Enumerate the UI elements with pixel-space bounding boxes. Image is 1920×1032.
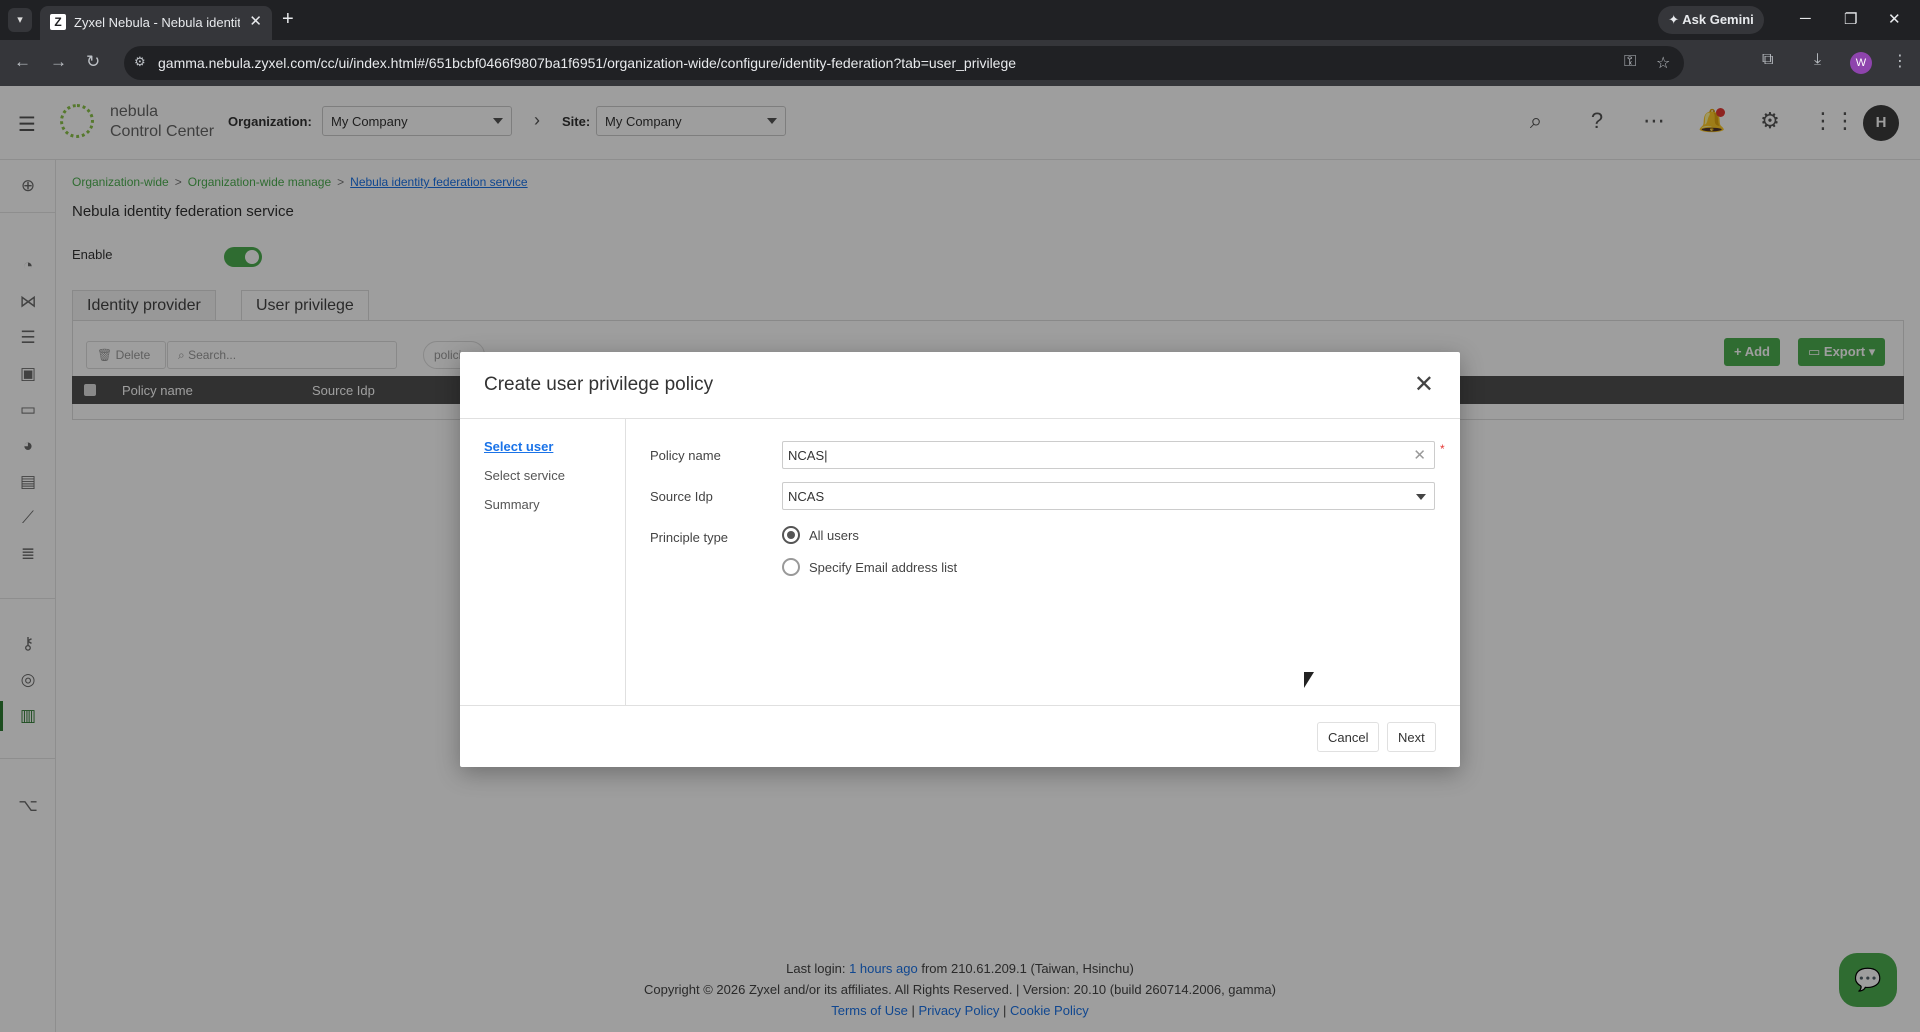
minimize-icon[interactable]: ─	[1800, 10, 1811, 27]
new-tab-icon[interactable]: +	[282, 8, 294, 30]
ask-gemini-button[interactable]: ✦ Ask Gemini	[1658, 6, 1764, 34]
extensions-icon[interactable]: ⧉	[1762, 51, 1773, 69]
source-idp-label: Source Idp	[650, 489, 713, 504]
browser-tab-bar: ▾ Z Zyxel Nebula - Nebula identity ✕ + ✦…	[0, 0, 1920, 40]
window-close-icon[interactable]: ✕	[1888, 10, 1901, 28]
create-policy-dialog: Create user privilege policy ✕ Select us…	[460, 352, 1460, 767]
next-button[interactable]: Next	[1387, 722, 1436, 752]
policy-name-input[interactable]: NCAS| ✕	[782, 441, 1435, 469]
browser-profile-avatar[interactable]: W	[1850, 52, 1872, 74]
url-text[interactable]: gamma.nebula.zyxel.com/cc/ui/index.html#…	[158, 55, 1016, 71]
radio-all-users[interactable]	[782, 526, 800, 544]
principle-type-label: Principle type	[650, 530, 729, 545]
browser-tab[interactable]: Z Zyxel Nebula - Nebula identity ✕	[40, 6, 272, 40]
wizard-steps: Select user Select service Summary	[460, 419, 626, 705]
ask-gemini-label: Ask Gemini	[1682, 12, 1754, 27]
dialog-divider	[460, 705, 1460, 706]
all-users-label[interactable]: All users	[809, 528, 859, 543]
dialog-title: Create user privilege policy	[484, 374, 714, 395]
back-icon[interactable]: ←	[14, 52, 31, 72]
cancel-button[interactable]: Cancel	[1317, 722, 1380, 752]
policy-name-value: NCAS	[788, 448, 825, 463]
browser-tab-title: Zyxel Nebula - Nebula identity	[74, 15, 240, 30]
omnibox[interactable]: ⚙ gamma.nebula.zyxel.com/cc/ui/index.htm…	[124, 46, 1684, 80]
password-key-icon[interactable]: ⚿	[1624, 53, 1636, 71]
restore-icon[interactable]: ❐	[1844, 10, 1857, 28]
zyxel-favicon-icon: Z	[50, 14, 66, 30]
reload-icon[interactable]: ↻	[86, 52, 100, 72]
chevron-down-icon	[1416, 494, 1426, 500]
step-select-user[interactable]: Select user	[484, 439, 553, 454]
forward-icon[interactable]: →	[50, 52, 67, 72]
close-icon[interactable]: ✕	[1414, 370, 1434, 399]
policy-name-label: Policy name	[650, 448, 721, 463]
close-tab-icon[interactable]: ✕	[249, 12, 262, 30]
source-idp-select[interactable]: NCAS	[782, 482, 1435, 510]
required-asterisk: *	[1440, 442, 1445, 456]
source-idp-value: NCAS	[788, 489, 825, 504]
tab-search-chevron-icon[interactable]: ▾	[8, 8, 32, 32]
mouse-cursor-icon	[1304, 672, 1314, 688]
browser-menu-icon[interactable]: ⋮	[1892, 51, 1908, 71]
bookmark-star-icon[interactable]: ☆	[1656, 53, 1670, 73]
address-bar-row: ← → ↻ ⚙ gamma.nebula.zyxel.com/cc/ui/ind…	[0, 40, 1920, 86]
site-info-icon[interactable]: ⚙	[134, 54, 146, 70]
specify-email-label[interactable]: Specify Email address list	[809, 560, 957, 575]
radio-specify-email-list[interactable]	[782, 558, 800, 576]
download-icon[interactable]: ⤓	[1814, 51, 1821, 69]
step-summary[interactable]: Summary	[484, 497, 540, 512]
step-select-service[interactable]: Select service	[484, 468, 565, 483]
clear-input-icon[interactable]: ✕	[1413, 446, 1426, 464]
